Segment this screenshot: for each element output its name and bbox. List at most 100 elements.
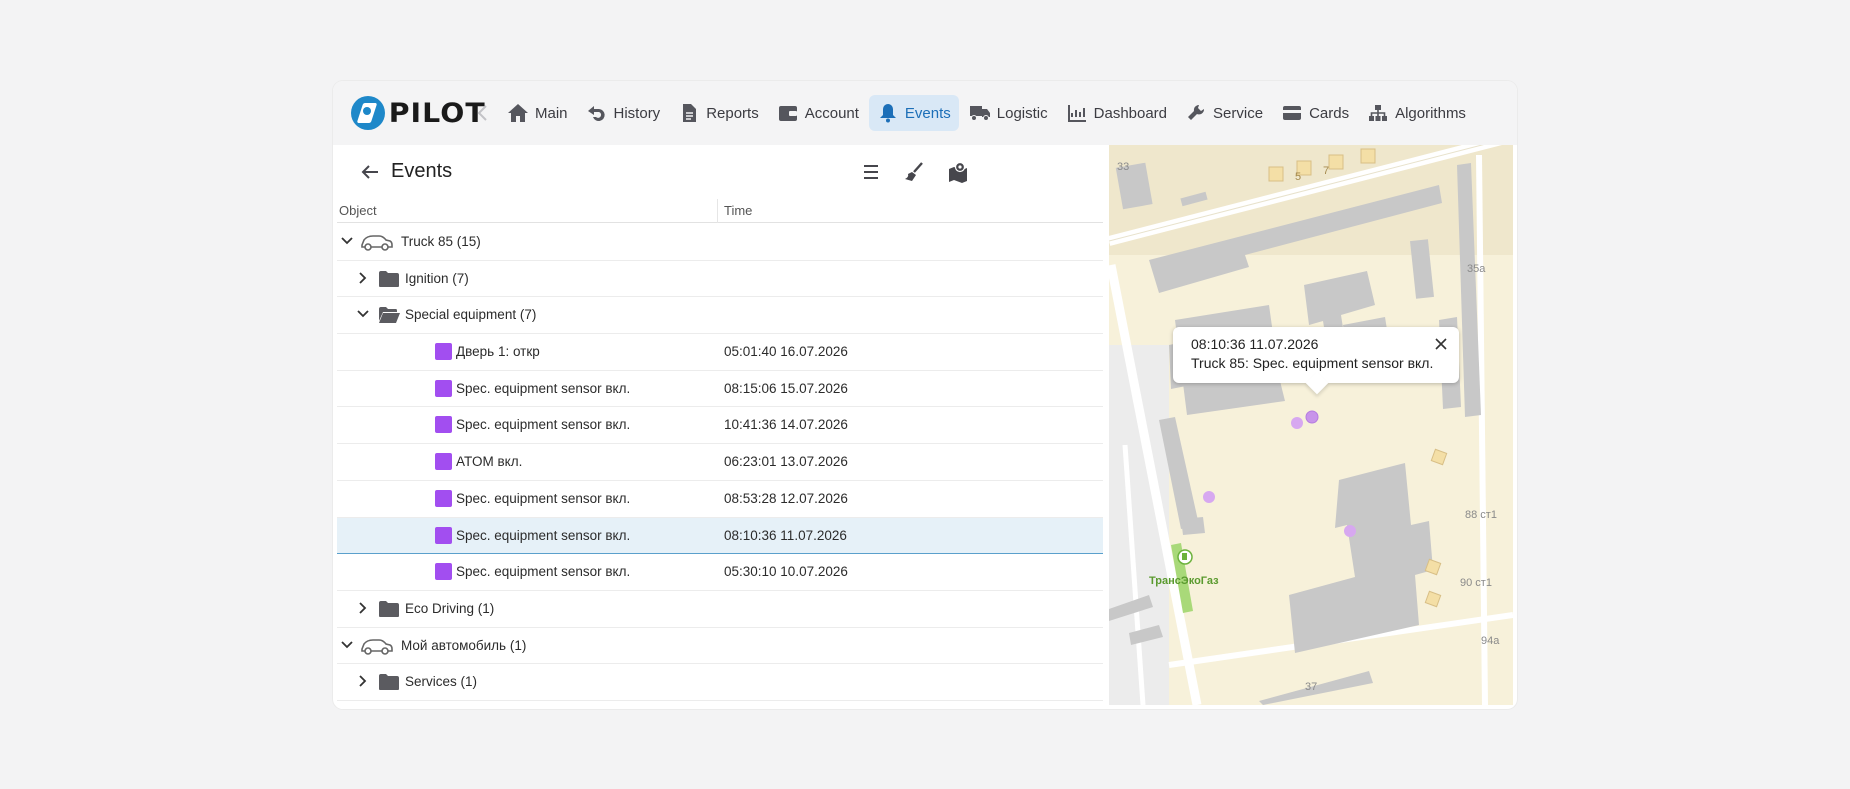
map-label: 90 ст1: [1460, 577, 1492, 589]
table-header: Object Time: [337, 199, 1103, 223]
event-time: 08:15:06 15.07.2026: [724, 380, 848, 396]
nav-dashboard-label: Dashboard: [1093, 104, 1168, 122]
column-time[interactable]: Time: [724, 203, 752, 218]
event-row-selected[interactable]: Spec. equipment sensor вкл. 08:10:36 11.…: [337, 517, 1103, 555]
map-label: 5: [1295, 171, 1302, 183]
logo-mark-icon: [351, 96, 385, 130]
chevron-right-icon[interactable]: [355, 270, 371, 286]
map-label: 35а: [1467, 263, 1486, 275]
event-row[interactable]: Spec. equipment sensor вкл. 10:41:36 14.…: [337, 407, 1103, 445]
nav-main[interactable]: Main: [499, 95, 576, 131]
tree-row-truck[interactable]: Truck 85 (15): [337, 224, 1103, 261]
home-icon: [507, 102, 529, 124]
folder-icon: [378, 600, 400, 618]
chevron-down-icon[interactable]: [339, 637, 355, 653]
events-panel: Events Object Time Truck 85 (15) Ignitio…: [337, 145, 1103, 709]
page-title: Events: [391, 160, 453, 182]
pilot-logo[interactable]: PILOT: [351, 95, 486, 131]
nav-events[interactable]: Events: [868, 95, 959, 131]
logo-text: PILOT: [388, 97, 486, 129]
event-color-marker: [435, 379, 452, 397]
chevron-right-icon[interactable]: [355, 600, 371, 616]
nav-history[interactable]: History: [578, 95, 669, 131]
nav-algorithms-label: Algorithms: [1395, 104, 1466, 122]
map-label: 88 ст1: [1465, 509, 1497, 521]
event-time: 06:23:01 13.07.2026: [724, 454, 848, 470]
folder-icon: [378, 673, 400, 691]
tree-label-ignition: Ignition (7): [405, 270, 469, 286]
chevron-down-icon[interactable]: [355, 306, 371, 322]
chart-icon: [1066, 102, 1088, 124]
nav-algorithms[interactable]: Algorithms: [1359, 95, 1474, 131]
map-view[interactable]: 33 5 7 35а 88 ст1 90 ст1 94а 37 ТрансЭко…: [1109, 145, 1513, 705]
car-icon: [359, 636, 393, 656]
nav-logistic[interactable]: Logistic: [961, 95, 1056, 131]
event-color-marker: [435, 563, 452, 581]
event-row[interactable]: ATOM вкл. 06:23:01 13.07.2026: [337, 444, 1103, 481]
event-label: Spec. equipment sensor вкл.: [456, 490, 631, 506]
tree-label-eco-driving: Eco Driving (1): [405, 600, 495, 616]
nav-history-label: History: [613, 104, 661, 122]
event-time: 08:53:28 12.07.2026: [724, 490, 848, 506]
truck-icon: [969, 102, 991, 124]
tree-label-truck: Truck 85 (15): [401, 234, 481, 249]
nav-reports[interactable]: Reports: [670, 95, 767, 131]
nav-main-label: Main: [535, 104, 568, 122]
history-icon: [586, 102, 608, 124]
event-row[interactable]: Spec. equipment sensor вкл. 08:53:28 12.…: [337, 481, 1103, 518]
events-tree: Truck 85 (15) Ignition (7) Special equip…: [337, 224, 1103, 701]
event-row[interactable]: Spec. equipment sensor вкл. 08:15:06 15.…: [337, 371, 1103, 408]
event-color-marker: [435, 489, 452, 507]
event-time: 05:30:10 10.07.2026: [724, 564, 848, 580]
event-label: Spec. equipment sensor вкл.: [456, 527, 631, 543]
event-label: ATOM вкл.: [456, 454, 523, 470]
event-time: 05:01:40 16.07.2026: [724, 344, 848, 360]
event-color-marker: [435, 453, 452, 471]
wallet-icon: [777, 102, 799, 124]
event-time: 10:41:36 14.07.2026: [724, 417, 848, 433]
map-label: 33: [1117, 161, 1130, 173]
event-row[interactable]: Дверь 1: откр 05:01:40 16.07.2026: [337, 334, 1103, 371]
tree-row-services[interactable]: Services (1): [337, 664, 1103, 701]
nav-account[interactable]: Account: [769, 95, 867, 131]
event-label: Spec. equipment sensor вкл.: [456, 564, 631, 580]
map-canvas[interactable]: [1109, 145, 1513, 705]
nav-cards[interactable]: Cards: [1273, 95, 1357, 131]
back-arrow-icon[interactable]: [359, 161, 381, 183]
sitemap-icon: [1367, 102, 1389, 124]
event-row[interactable]: Spec. equipment sensor вкл. 05:30:10 10.…: [337, 554, 1103, 591]
nav-account-label: Account: [804, 104, 859, 122]
tree-row-special-equipment[interactable]: Special equipment (7): [337, 297, 1103, 335]
chevron-right-icon[interactable]: [355, 673, 371, 689]
nav-service[interactable]: Service: [1177, 95, 1271, 131]
event-label: Spec. equipment sensor вкл.: [456, 380, 631, 396]
column-object[interactable]: Object: [339, 203, 377, 218]
map-marker-icon[interactable]: [947, 161, 969, 183]
nav-dashboard[interactable]: Dashboard: [1058, 95, 1175, 131]
wrench-icon: [1185, 102, 1207, 124]
tree-row-my-car[interactable]: Мой автомобиль (1): [337, 628, 1103, 665]
bell-icon: [877, 102, 899, 124]
document-icon: [678, 102, 700, 124]
top-navigation-bar: PILOT Main History Reports Account Event…: [333, 81, 1517, 145]
column-divider[interactable]: [717, 199, 718, 223]
tree-row-ignition[interactable]: Ignition (7): [337, 261, 1103, 298]
nav-scroll-left-icon[interactable]: [473, 103, 493, 123]
chevron-down-icon[interactable]: [339, 233, 355, 249]
event-color-marker: [435, 526, 452, 544]
event-popup: 08:10:36 11.07.2026 Truck 85: Spec. equi…: [1173, 327, 1459, 383]
nav-logistic-label: Logistic: [996, 104, 1048, 122]
nav-cards-label: Cards: [1309, 104, 1350, 122]
event-label: Дверь 1: откр: [456, 344, 540, 360]
panel-header: Events: [337, 145, 1103, 199]
list-menu-icon[interactable]: [860, 161, 882, 183]
tree-row-eco-driving[interactable]: Eco Driving (1): [337, 591, 1103, 628]
folder-open-icon: [378, 306, 400, 324]
clear-brush-icon[interactable]: [903, 161, 925, 183]
car-icon: [359, 232, 393, 252]
event-time: 08:10:36 11.07.2026: [724, 527, 847, 543]
event-label: Spec. equipment sensor вкл.: [456, 417, 631, 433]
map-label: 7: [1323, 165, 1330, 177]
event-color-marker: [435, 416, 452, 434]
close-icon[interactable]: [1433, 336, 1449, 352]
